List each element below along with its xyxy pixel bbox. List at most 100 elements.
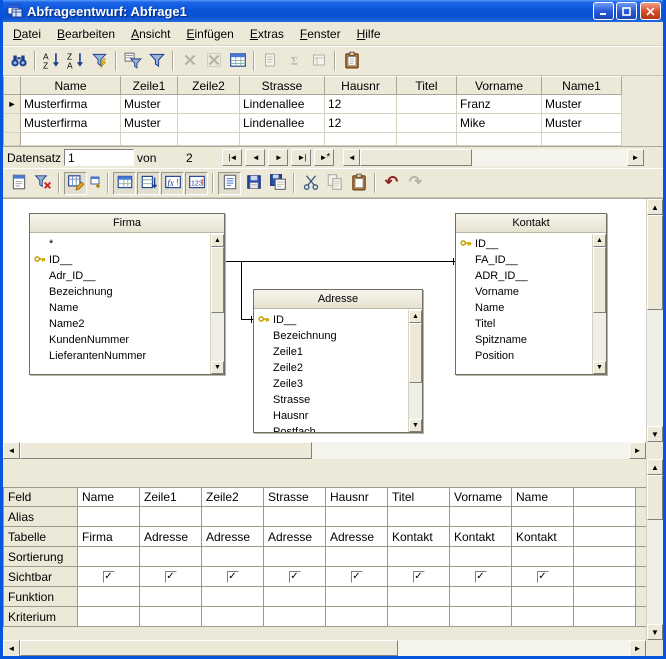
scroll-down-icon[interactable]: ▼ xyxy=(647,624,663,640)
result-cell[interactable]: Muster xyxy=(121,114,178,133)
table-window-title[interactable]: Firma xyxy=(30,214,224,233)
field-item[interactable]: Bezeichnung xyxy=(30,284,210,300)
table-scrollbar[interactable]: ▲ ▼ xyxy=(408,310,422,432)
result-cell[interactable]: Franz xyxy=(457,95,542,114)
query-cell[interactable]: Zeile1 xyxy=(140,487,202,507)
field-item[interactable]: Name xyxy=(456,300,592,316)
visible-checkbox[interactable] xyxy=(351,571,363,583)
field-item[interactable]: Strasse xyxy=(254,392,408,408)
result-cell[interactable]: Muster xyxy=(542,95,622,114)
new-record-button[interactable]: ►* xyxy=(314,149,334,166)
copy-button[interactable] xyxy=(323,172,346,195)
result-cell[interactable] xyxy=(397,114,457,133)
menu-hilfe[interactable]: Hilfe xyxy=(349,24,389,44)
totals-button[interactable]: Σ xyxy=(283,50,306,73)
scrollbar-track[interactable] xyxy=(211,247,224,361)
visible-checkbox[interactable] xyxy=(289,571,301,583)
scrollbar-track[interactable] xyxy=(20,442,629,459)
cut-button[interactable] xyxy=(299,172,322,195)
field-item[interactable]: Name xyxy=(30,300,210,316)
result-cell[interactable] xyxy=(397,95,457,114)
scroll-right-icon[interactable]: ► xyxy=(627,149,644,166)
record-number-input[interactable]: 1 xyxy=(64,149,134,166)
design-hscrollbar[interactable]: ◄ ► xyxy=(3,442,663,459)
query-cell[interactable]: Kontakt xyxy=(388,527,450,547)
query-cell[interactable] xyxy=(264,507,326,527)
find-button[interactable] xyxy=(7,50,30,73)
scroll-left-icon[interactable]: ◄ xyxy=(3,640,20,657)
sort-ascending-button[interactable]: AZ xyxy=(40,50,63,73)
scrollbar-thumb[interactable] xyxy=(20,442,312,459)
show-criteria-row-button[interactable]: 123! xyxy=(185,172,208,195)
column-header[interactable]: Titel xyxy=(397,76,457,95)
field-item[interactable]: * xyxy=(30,236,210,252)
minimize-button[interactable] xyxy=(593,2,614,20)
query-cell[interactable] xyxy=(512,547,574,567)
query-cell[interactable]: Hausnr xyxy=(326,487,388,507)
query-vscrollbar[interactable]: ▲ ▼ xyxy=(646,459,663,640)
query-cell[interactable] xyxy=(574,587,636,607)
scrollbar-thumb[interactable] xyxy=(647,475,663,520)
query-cell[interactable]: Strasse xyxy=(264,487,326,507)
visible-checkbox[interactable] xyxy=(103,571,115,583)
query-cell[interactable] xyxy=(388,587,450,607)
join-line-firma-adresse-v[interactable] xyxy=(241,261,242,319)
scrollbar-thumb[interactable] xyxy=(20,640,398,656)
result-cell[interactable] xyxy=(542,133,622,146)
first-record-button[interactable]: |◄ xyxy=(222,149,242,166)
menu-einfuegen[interactable]: Einfügen xyxy=(178,24,241,44)
field-item[interactable]: ID__ xyxy=(30,252,210,268)
record-selector[interactable]: ► xyxy=(3,95,21,114)
scroll-down-icon[interactable]: ▼ xyxy=(211,361,224,374)
query-cell[interactable] xyxy=(388,607,450,627)
query-cell[interactable] xyxy=(78,547,140,567)
titlebar[interactable]: Abfrageentwurf: Abfrage1 xyxy=(3,0,663,22)
paste-button[interactable] xyxy=(340,50,363,73)
query-cell[interactable] xyxy=(140,607,202,627)
scrollbar-thumb[interactable] xyxy=(409,323,422,383)
scroll-down-icon[interactable]: ▼ xyxy=(593,361,606,374)
query-cell[interactable] xyxy=(202,547,264,567)
query-cell[interactable] xyxy=(574,547,636,567)
scrollbar-thumb[interactable] xyxy=(647,215,663,310)
query-cell[interactable]: Name xyxy=(512,487,574,507)
scrollbar-thumb[interactable] xyxy=(211,247,224,313)
query-cell[interactable] xyxy=(574,527,636,547)
filter-by-selection-button[interactable] xyxy=(88,50,111,73)
design-canvas[interactable]: Firma * ID__ Adr_ID__ Bezeichnung Name N… xyxy=(3,198,663,442)
scrollbar-track[interactable] xyxy=(409,323,422,419)
result-cell[interactable] xyxy=(178,114,240,133)
query-cell[interactable] xyxy=(574,507,636,527)
join-line-firma-kontakt[interactable] xyxy=(225,261,455,262)
scroll-down-icon[interactable]: ▼ xyxy=(409,419,422,432)
visible-checkbox[interactable] xyxy=(475,571,487,583)
properties-sheet-button[interactable] xyxy=(7,172,30,195)
column-header[interactable]: Name1 xyxy=(542,76,622,95)
field-item[interactable]: KundenNummer xyxy=(30,332,210,348)
query-cell[interactable] xyxy=(388,547,450,567)
scroll-down-icon[interactable]: ▼ xyxy=(647,426,663,442)
table-window-adresse[interactable]: Adresse ID__ Bezeichnung Zeile1 Zeile2 Z… xyxy=(253,289,423,433)
field-item[interactable]: Name2 xyxy=(30,316,210,332)
scroll-right-icon[interactable]: ► xyxy=(629,442,646,459)
menu-fenster[interactable]: Fenster xyxy=(292,24,349,44)
field-item[interactable]: Vorname xyxy=(456,284,592,300)
result-cell[interactable] xyxy=(21,133,121,146)
query-cell[interactable]: Firma xyxy=(78,527,140,547)
result-cell[interactable]: 12 xyxy=(325,114,397,133)
column-header[interactable]: Zeile1 xyxy=(121,76,178,95)
result-cell[interactable] xyxy=(457,133,542,146)
table-scrollbar[interactable]: ▲ ▼ xyxy=(592,234,606,374)
record-selector[interactable] xyxy=(3,133,21,146)
field-item[interactable]: Adr_ID__ xyxy=(30,268,210,284)
query-cell[interactable]: Adresse xyxy=(264,527,326,547)
scrollbar-track[interactable] xyxy=(647,215,663,426)
design-view-button[interactable] xyxy=(64,172,87,195)
column-header[interactable]: Zeile2 xyxy=(178,76,240,95)
delete-record-button[interactable] xyxy=(202,50,225,73)
result-cell[interactable]: Muster xyxy=(121,95,178,114)
result-cell[interactable] xyxy=(178,133,240,146)
query-cell[interactable] xyxy=(450,607,512,627)
result-cell[interactable] xyxy=(397,133,457,146)
datasheet-view-button[interactable] xyxy=(226,50,249,73)
